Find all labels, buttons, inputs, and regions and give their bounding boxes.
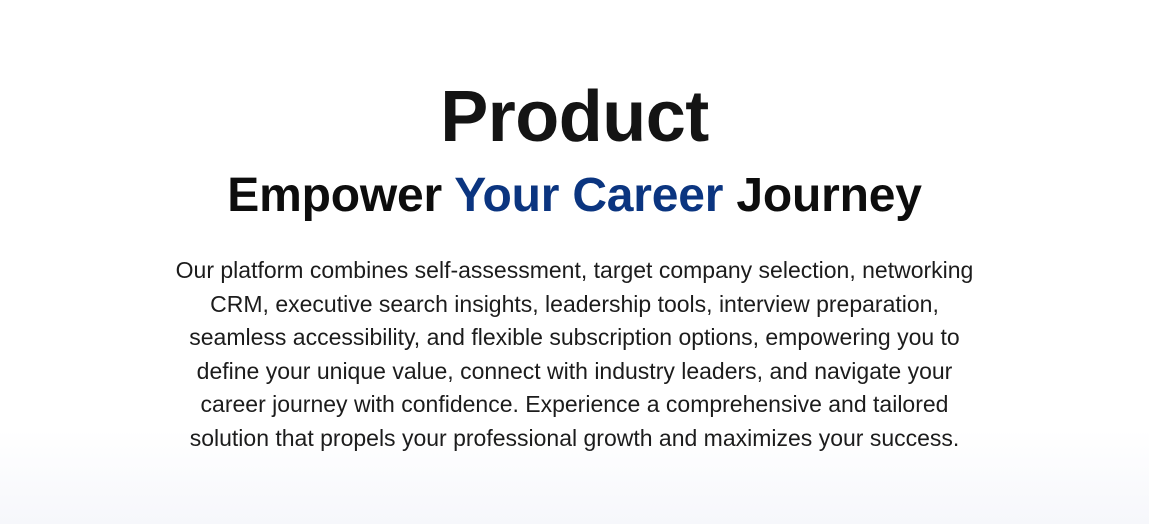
product-section: Product Empower Your Career Journey Our … [0,0,1149,524]
product-description: Our platform combines self-assessment, t… [110,254,1039,456]
description-line: career journey with confidence. Experien… [200,391,949,418]
subtitle-text-start: Empower [227,169,455,222]
description-line: CRM, executive search insights, leadersh… [210,290,939,317]
description-line: Our platform combines self-assessment, t… [175,257,974,283]
subtitle-highlight: Your Career [454,169,724,222]
description-line: solution that propels your professional … [189,424,960,451]
description-line: define your unique value, connect with i… [196,357,953,384]
subtitle-text-end: Journey [723,169,922,222]
description-line: seamless accessibility, and flexible sub… [189,324,960,351]
section-subtitle: Empower Your Career Journey [0,168,1149,224]
page-title: Product [440,77,709,157]
